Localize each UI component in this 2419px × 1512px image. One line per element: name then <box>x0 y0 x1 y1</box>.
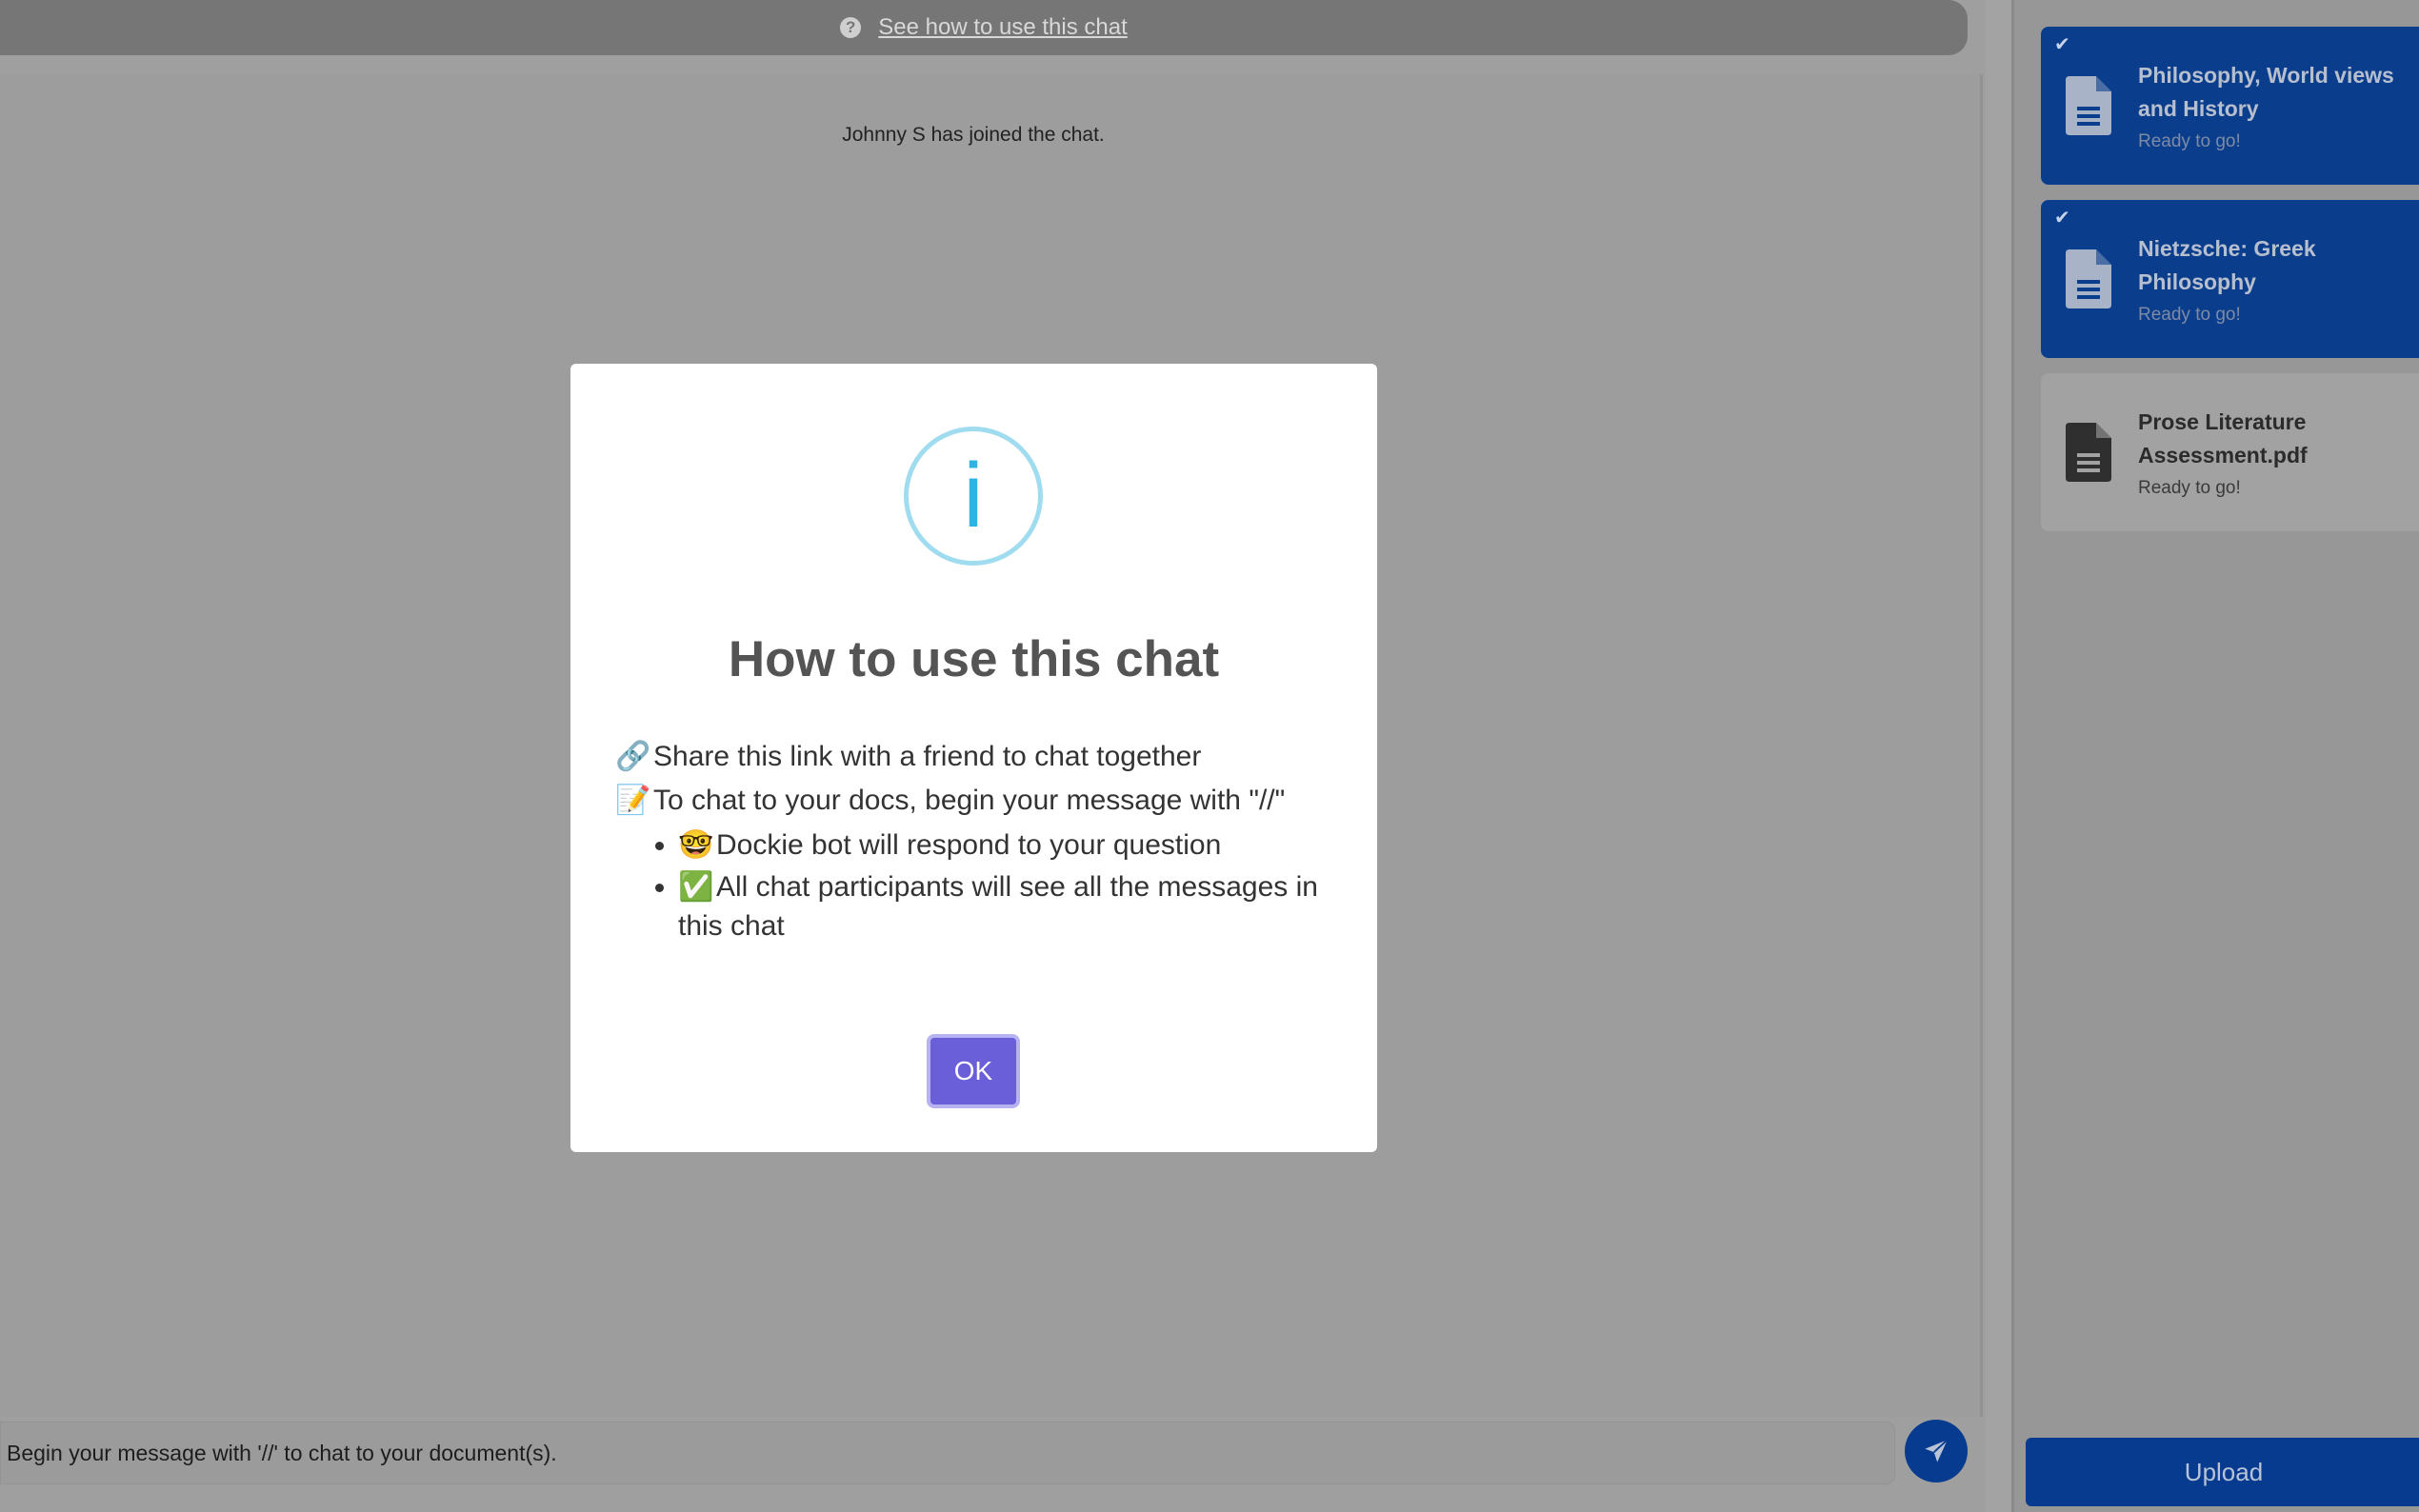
instruction-line: 🔗Share this link with a friend to chat t… <box>615 735 1339 779</box>
memo-icon: 📝 <box>615 785 651 816</box>
document-card[interactable]: Prose Literature Assessment.pdf Ready to… <box>2041 373 2419 531</box>
instruction-text: Share this link with a friend to chat to… <box>653 741 1202 772</box>
send-button[interactable] <box>1905 1420 1968 1482</box>
instruction-text: To chat to your docs, begin your message… <box>653 785 1286 816</box>
how-to-use-link[interactable]: See how to use this chat <box>878 14 1128 41</box>
document-status: Ready to go! <box>2138 478 2241 498</box>
help-bar: ? See how to use this chat <box>0 0 1968 55</box>
upload-button[interactable]: Upload <box>2026 1438 2419 1506</box>
bullet-text: All chat participants will see all the m… <box>678 871 1318 942</box>
document-icon <box>2066 76 2111 135</box>
instruction-bullets: 🤓Dockie bot will respond to your questio… <box>615 823 1339 945</box>
link-icon: 🔗 <box>615 741 651 772</box>
modal-body: 🔗Share this link with a friend to chat t… <box>615 735 1339 945</box>
bullet-text: Dockie bot will respond to your question <box>716 829 1222 861</box>
question-circle-icon: ? <box>840 17 862 38</box>
document-icon <box>2066 423 2111 482</box>
document-card[interactable]: ✔ Nietzsche: Greek Philosophy Ready to g… <box>2041 200 2419 358</box>
document-title: Prose Literature Assessment.pdf <box>2138 409 2308 468</box>
message-input[interactable]: Begin your message with '//' to chat to … <box>0 1422 1895 1484</box>
list-item: 🤓Dockie bot will respond to your questio… <box>678 823 1339 865</box>
documents-sidebar: ✔ Philosophy, World views and History Re… <box>2011 0 2419 1512</box>
check-icon: ✔ <box>2054 208 2070 229</box>
document-status: Ready to go! <box>2138 305 2241 325</box>
instruction-line: 📝To chat to your docs, begin your messag… <box>615 779 1339 823</box>
check-mark-icon: ✅ <box>678 871 714 903</box>
info-icon: i <box>904 427 1043 566</box>
how-to-modal: i How to use this chat 🔗Share this link … <box>570 364 1377 1152</box>
modal-title: How to use this chat <box>728 631 1220 687</box>
paper-plane-icon <box>1925 1439 1949 1462</box>
document-title: Nietzsche: Greek Philosophy <box>2138 236 2316 294</box>
system-message: Johnny S has joined the chat. <box>842 124 1105 146</box>
document-title: Philosophy, World views and History <box>2138 63 2394 121</box>
document-icon <box>2066 249 2111 308</box>
nerd-face-icon: 🤓 <box>678 829 714 861</box>
check-icon: ✔ <box>2054 34 2070 55</box>
list-item: ✅All chat participants will see all the … <box>678 865 1339 945</box>
document-card[interactable]: ✔ Philosophy, World views and History Re… <box>2041 27 2419 185</box>
document-status: Ready to go! <box>2138 131 2241 151</box>
ok-button[interactable]: OK <box>927 1034 1020 1108</box>
